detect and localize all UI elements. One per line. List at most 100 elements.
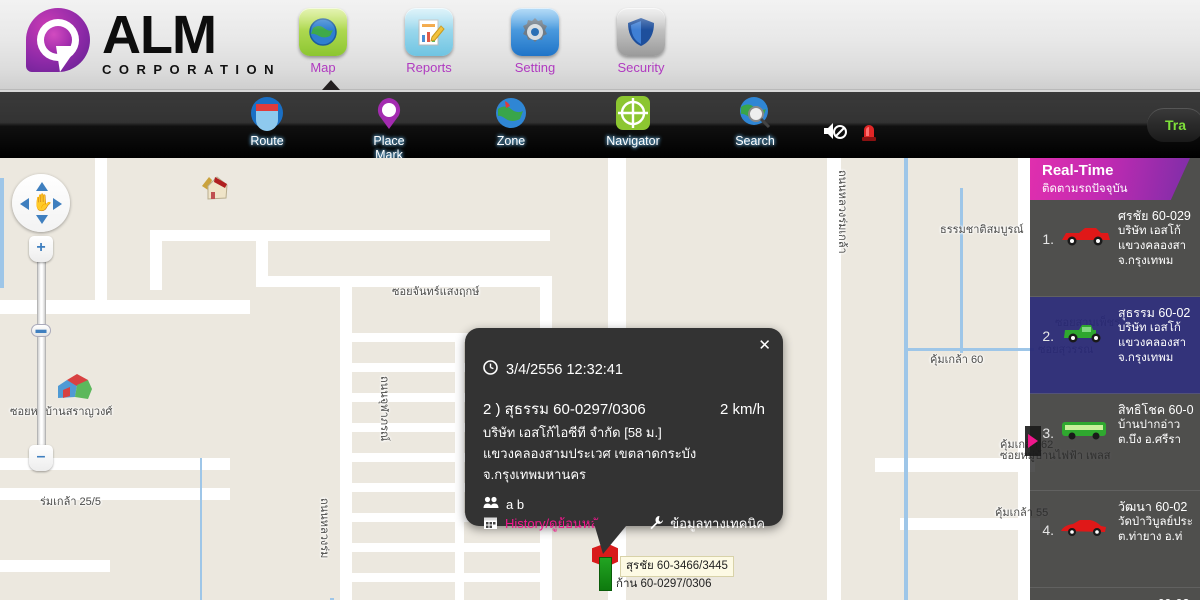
tool-label-search: Search (735, 134, 775, 148)
list-item-line1: ศรชัย 60-029 (1118, 209, 1191, 223)
nav-item-setting[interactable]: Setting (507, 8, 563, 75)
popup-timestamp: 3/4/2556 12:32:41 (506, 361, 623, 378)
realtime-sidebar-header[interactable]: Real-Time ติดตามรถปัจจุบัน (1030, 158, 1190, 200)
crosshair-icon (613, 94, 653, 134)
zoom-slider-thumb[interactable]: ▬ (31, 324, 51, 337)
top-header-bar: ALM CORPORATION Map Reports Setting Secu… (0, 0, 1200, 90)
popup-driver-name: a b (506, 496, 525, 512)
list-item-line2: บริษัท เอสโก้ (1118, 225, 1181, 237)
pan-down-button[interactable] (36, 215, 48, 224)
wrench-icon (649, 515, 664, 533)
sidebar-title: Real-Time (1042, 162, 1114, 179)
tracking-button[interactable]: Tra (1146, 108, 1200, 142)
zoom-in-button[interactable]: + (29, 236, 53, 262)
map-toolbar: Route Place Mark Zone Navigator Search T… (0, 90, 1200, 162)
nav-label-setting: Setting (514, 60, 556, 75)
gear-icon (511, 8, 559, 56)
popup-technical-label[interactable]: ข้อมูลทางเทคนิค (670, 513, 765, 534)
calendar-icon (483, 515, 498, 533)
list-item-line1: สุธรรม 60-02 (1118, 306, 1191, 320)
list-item-line2: วัดป่าวิบูลย์ประ (1118, 516, 1193, 528)
pan-hand-icon[interactable]: ✋ (32, 193, 53, 213)
collapse-triangle-icon (1028, 434, 1038, 448)
list-item-line2: บริษัท เอสโก้ (1118, 322, 1181, 334)
house-icon[interactable] (198, 170, 232, 205)
list-item-line1: วัฒนา 60-02 (1118, 500, 1188, 514)
speaker-mute-icon[interactable] (822, 121, 848, 146)
list-item-line3: แขวงคลองสา (1118, 240, 1187, 252)
active-tab-arrow (322, 80, 340, 90)
nav-label-security: Security (617, 60, 665, 75)
zoom-out-button[interactable]: – (29, 445, 53, 471)
brand-logo[interactable]: ALM CORPORATION (22, 6, 281, 82)
list-item[interactable]: 1. ศรชัย 60-029 บริษัท เอสโก้ แขวงคลองสา… (1030, 200, 1200, 297)
map-street-label: ถนนหลวงร่ม (318, 498, 330, 559)
realtime-sidebar: Real-Time ติดตามรถปัจจุบัน 1. ศรชัย 60-0… (1025, 158, 1200, 600)
brand-subtitle: CORPORATION (102, 62, 282, 77)
sidebar-subtitle: ติดตามรถปัจจุบัน (1042, 183, 1128, 195)
list-item-line3: แขวงคลองสา (1118, 337, 1187, 349)
map-street-label: ถนนหลวงร่มเกล้า (836, 170, 848, 254)
nav-item-security[interactable]: Security (613, 8, 669, 75)
list-item-text: สิทธิโชค 60-0 บ้านปากอ่าว ต.บึง อ.ศรีรา (1118, 403, 1194, 448)
nav-item-reports[interactable]: Reports (401, 8, 457, 75)
vehicle-list[interactable]: 1. ศรชัย 60-029 บริษัท เอสโก้ แขวงคลองสา… (1030, 200, 1200, 600)
list-item-number: 4. (1042, 522, 1054, 538)
list-item-line4: จ.กรุงเทพม (1118, 352, 1174, 364)
popup-address-line-3: จ.กรุงเทพมหานคร (483, 467, 587, 482)
close-icon[interactable]: ✕ (758, 336, 771, 354)
globe-magnifier-icon (735, 94, 775, 134)
tool-zone[interactable]: Zone (480, 94, 542, 162)
list-item-line3: ต.บึง อ.ศรีรา (1118, 434, 1181, 446)
people-icon (483, 496, 499, 512)
list-item-line3: ต.ท่ายาง อ.ท่ (1118, 531, 1183, 543)
sidebar-collapse-button[interactable] (1025, 426, 1041, 456)
map-street-label: ร่มเกล้า 25/5 (40, 496, 101, 508)
tool-route[interactable]: Route (236, 94, 298, 162)
toolbar-extra-controls (822, 120, 878, 147)
list-item-line2: บ้านปากอ่าว (1118, 419, 1181, 431)
pan-compass[interactable]: ✋ (12, 174, 70, 232)
list-item-text: สุธรรม 60-02 บริษัท เอสโก้ แขวงคลองสา จ.… (1118, 306, 1190, 366)
globe-zone-icon (491, 94, 531, 134)
vehicle-info-popup[interactable]: ✕ 3/4/2556 12:32:41 2 ) สุธรรม 60-0297/0… (465, 328, 783, 554)
green-pickup-icon (1058, 306, 1114, 349)
popup-speed: 2 km/h (719, 401, 765, 418)
list-item-line4: จ.กรุงเทพม (1118, 255, 1174, 267)
map-street-label: ซอยจันทร์แสงฤกษ์ (392, 286, 480, 298)
nav-item-map[interactable]: Map (295, 8, 351, 75)
globe-icon (299, 8, 347, 56)
list-item-number: 1. (1042, 231, 1054, 247)
pan-up-button[interactable] (36, 182, 48, 191)
list-item[interactable]: 2. สุธรรม 60-02 บริษัท เอสโก้ แขวงคลองสา… (1030, 297, 1200, 394)
nav-label-map: Map (310, 60, 336, 75)
red-sportscar-icon (1058, 500, 1114, 543)
clock-icon (483, 360, 498, 379)
popup-history-link[interactable]: History/ดูย้อนหลัง (483, 513, 605, 534)
tool-label-zone: Zone (496, 134, 526, 148)
tool-navigator[interactable]: Navigator (602, 94, 664, 162)
map-zoom-slider[interactable]: + ▬ – (29, 236, 53, 471)
tool-search[interactable]: Search (724, 94, 786, 162)
zoom-track[interactable] (37, 250, 46, 460)
main-navigation: Map Reports Setting Security (295, 8, 669, 75)
popup-history-label[interactable]: History/ดูย้อนหลัง (505, 513, 605, 534)
map-pin-icon (369, 94, 409, 134)
pan-left-button[interactable] (20, 198, 29, 210)
vehicle-map-label-b: ก้าน 60-0297/0306 (616, 578, 712, 590)
pan-right-button[interactable] (53, 198, 62, 210)
list-item[interactable]: 3. สิทธิโชค 60-0 บ้านปากอ่าว ต.บึง อ.ศรี… (1030, 394, 1200, 491)
alm-drop-logo-icon (22, 6, 94, 82)
brand-name: ALM (102, 5, 217, 65)
map-pan-control[interactable]: ✋ (12, 174, 70, 232)
tool-place-mark[interactable]: Place Mark (358, 94, 420, 162)
map-canvas[interactable]: ซอยจันทร์แสงฤกษ์ ซอยหมู่บ้านสราญวงศ์ ร่ม… (0, 158, 1200, 600)
list-item[interactable]: 5. สราวุธ 60-02 บ้านเขาวังไก ต.กระแสบน (1030, 588, 1200, 600)
list-item[interactable]: 4. วัฒนา 60-02 วัดป่าวิบูลย์ประ ต.ท่ายาง… (1030, 491, 1200, 588)
popup-address-line-2: แขวงคลองสามประเวศ เขตลาดกระบัง (483, 446, 697, 461)
popup-address-line-1: บริษัท เอสโก้ไอซีที จำกัด [58 ม.] (483, 425, 662, 440)
siren-icon[interactable] (860, 120, 878, 147)
factory-icon[interactable] (55, 368, 95, 407)
popup-technical-link[interactable]: ข้อมูลทางเทคนิค (649, 513, 765, 534)
tool-label-navigator: Navigator (606, 134, 660, 148)
